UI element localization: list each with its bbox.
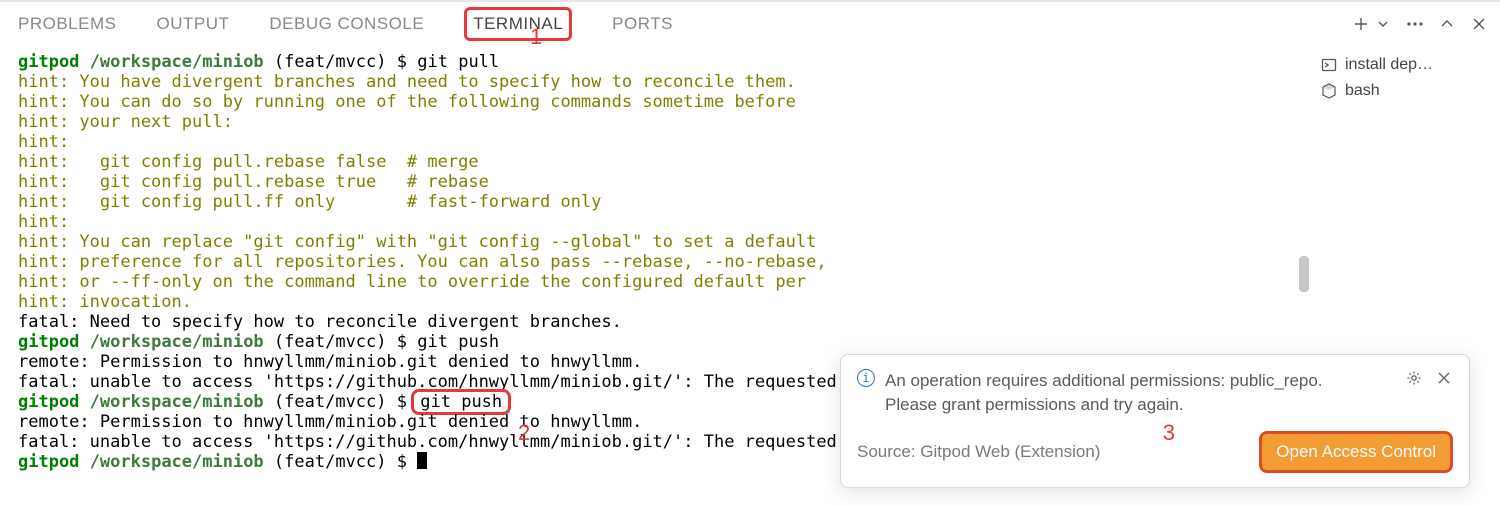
prompt-host: gitpod: [18, 52, 79, 72]
terminal-item-install-deps[interactable]: install dep…: [1319, 52, 1494, 78]
new-terminal-dropdown-icon[interactable]: [1374, 15, 1392, 33]
hint-line: hint: or --ff-only on the command line t…: [18, 272, 806, 292]
callout-3: 3: [1163, 420, 1175, 446]
terminal-cursor: [417, 452, 427, 469]
remote-denied-line: remote: Permission to hnwyllmm/miniob.gi…: [18, 412, 642, 432]
panel-actions: [1352, 15, 1488, 33]
tab-ports[interactable]: PORTS: [612, 10, 673, 38]
tab-terminal[interactable]: TERMINAL: [464, 7, 572, 41]
terminal-scrollbar-thumb[interactable]: [1299, 256, 1309, 292]
panel-tabs-row: PROBLEMS OUTPUT DEBUG CONSOLE TERMINAL P…: [0, 2, 1500, 46]
fatal-access-line: fatal: unable to access 'https://github.…: [18, 432, 837, 452]
hint-line: hint: git config pull.ff only # fast-for…: [18, 192, 601, 212]
hint-line: hint: You have divergent branches and ne…: [18, 72, 796, 92]
hint-line: hint: invocation.: [18, 292, 192, 312]
notification-close-icon[interactable]: [1435, 369, 1453, 387]
hint-line: hint: your next pull:: [18, 112, 233, 132]
maximize-panel-icon[interactable]: [1438, 15, 1456, 33]
panel-tabs: PROBLEMS OUTPUT DEBUG CONSOLE TERMINAL P…: [18, 7, 673, 41]
cmd-git-push: git push: [417, 332, 499, 352]
terminal-item-label: install dep…: [1345, 56, 1433, 74]
tab-debug-console[interactable]: DEBUG CONSOLE: [269, 10, 424, 38]
hint-line: hint: git config pull.rebase true # reba…: [18, 172, 489, 192]
notification-settings-icon[interactable]: [1405, 369, 1423, 387]
terminal-item-label: bash: [1345, 82, 1380, 100]
terminal-bash-icon: [1321, 83, 1337, 99]
info-icon: i: [857, 369, 875, 387]
hint-line: hint: preference for all repositories. Y…: [18, 252, 827, 272]
terminal-cmd-icon: [1321, 57, 1337, 73]
callout-2: 2: [518, 420, 530, 446]
prompt-path: /workspace/miniob: [90, 52, 264, 72]
terminal-item-bash[interactable]: bash: [1319, 78, 1494, 104]
tab-problems[interactable]: PROBLEMS: [18, 10, 116, 38]
cmd-git-pull: git pull: [417, 52, 499, 72]
prompt-branch: (feat/mvcc): [274, 52, 387, 72]
hint-line: hint: You can do so by running one of th…: [18, 92, 796, 112]
notification-toast: i An operation requires additional permi…: [840, 354, 1470, 488]
open-access-control-button[interactable]: Open Access Control: [1259, 431, 1453, 473]
terminal-list: install dep… bash: [1311, 46, 1500, 104]
hint-line: hint: git config pull.rebase false # mer…: [18, 152, 479, 172]
close-panel-icon[interactable]: [1470, 15, 1488, 33]
hint-line: hint:: [18, 132, 69, 152]
new-terminal-icon[interactable]: [1352, 15, 1370, 33]
hint-line: hint: You can replace "git config" with …: [18, 232, 816, 252]
more-actions-icon[interactable]: [1406, 15, 1424, 33]
notification-message: An operation requires additional permiss…: [885, 369, 1387, 417]
notification-source: Source: Gitpod Web (Extension): [857, 442, 1100, 462]
remote-denied-line: remote: Permission to hnwyllmm/miniob.gi…: [18, 352, 642, 372]
callout-1: 1: [530, 24, 542, 50]
tab-output[interactable]: OUTPUT: [156, 10, 229, 38]
hint-line: hint:: [18, 212, 69, 232]
fatal-line: fatal: Need to specify how to reconcile …: [18, 312, 622, 332]
